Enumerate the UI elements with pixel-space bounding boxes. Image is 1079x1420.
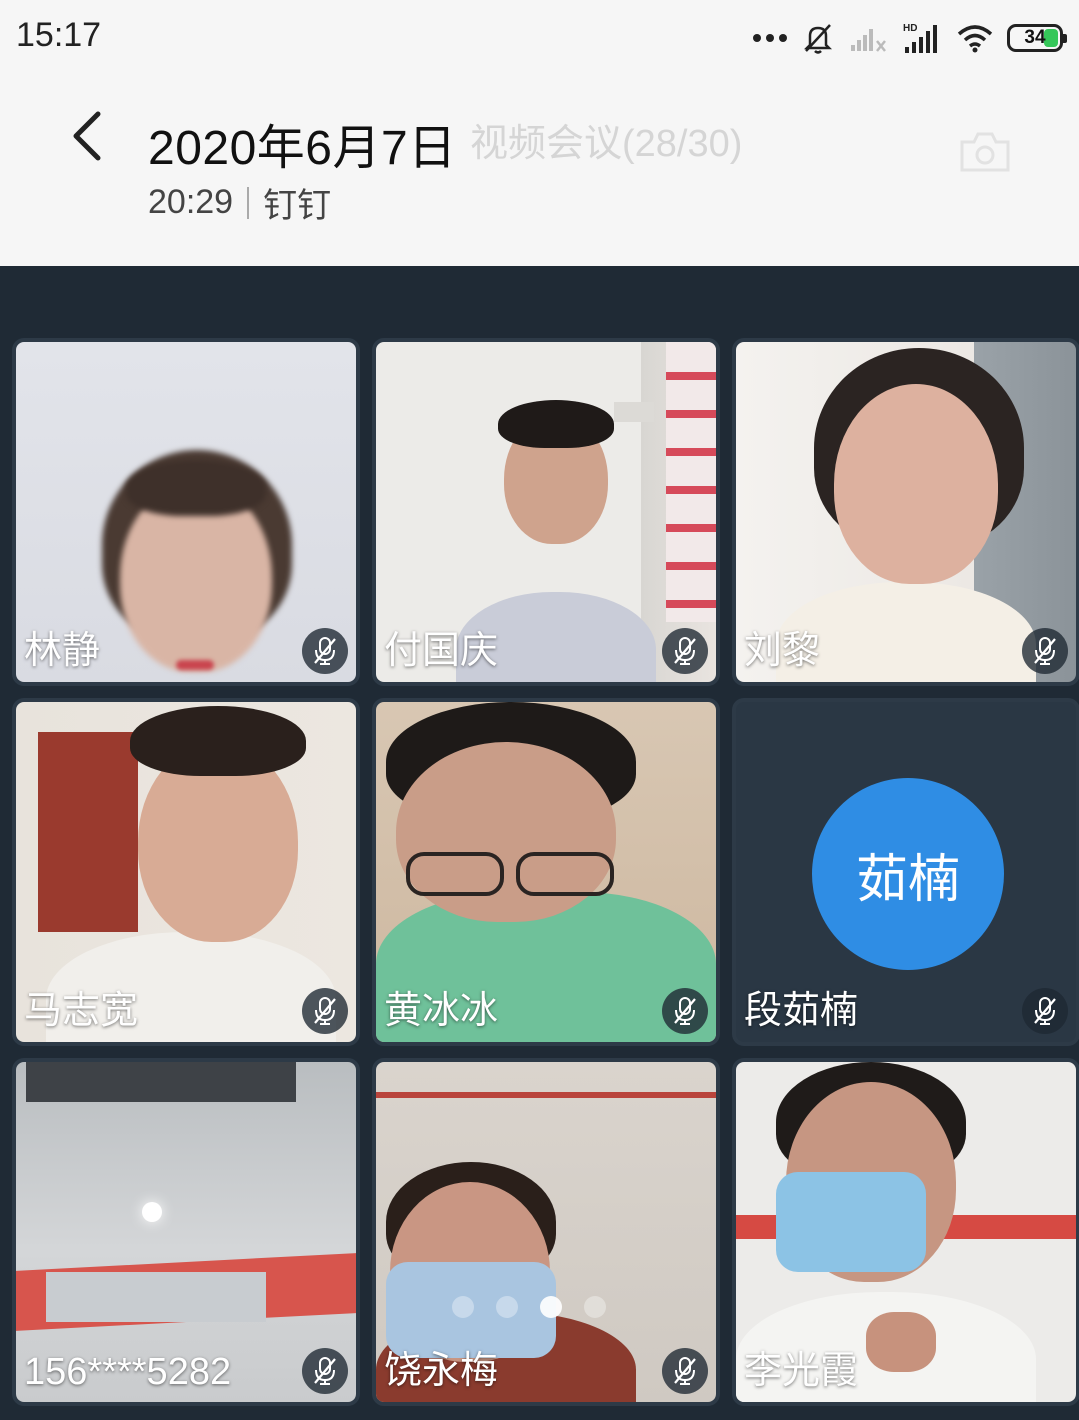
hd-signal-icon: HD bbox=[903, 23, 937, 53]
mic-muted-icon bbox=[662, 1348, 708, 1394]
wifi-icon bbox=[957, 25, 993, 53]
meeting-title-overlay: 视频会议(28/30) bbox=[470, 123, 743, 165]
participant-name: 156****5282 bbox=[24, 1351, 232, 1393]
source-app: 钉钉 bbox=[263, 187, 332, 225]
page-dot[interactable] bbox=[496, 1296, 518, 1318]
avatar: 茹楠 bbox=[812, 778, 1004, 970]
mic-muted-icon bbox=[302, 628, 348, 674]
video-tile[interactable]: 李光霞 bbox=[736, 1062, 1076, 1402]
participant-name: 饶永梅 bbox=[384, 1350, 499, 1392]
participant-name: 付国庆 bbox=[384, 630, 499, 672]
status-time: 15:17 bbox=[16, 16, 102, 54]
svg-text:HD: HD bbox=[903, 23, 917, 34]
participant-name: 李光霞 bbox=[744, 1350, 859, 1392]
battery-level: 34 bbox=[1024, 27, 1046, 48]
video-tile-audio-only[interactable]: 茹楠 段茹楠 bbox=[736, 702, 1076, 1042]
battery-icon: 34 bbox=[1007, 24, 1067, 52]
mic-muted-icon bbox=[1022, 988, 1068, 1034]
video-tile[interactable]: 156****5282 bbox=[16, 1062, 356, 1402]
mic-muted-icon bbox=[662, 988, 708, 1034]
divider bbox=[247, 186, 250, 219]
participant-name: 刘黎 bbox=[744, 630, 821, 672]
participant-name: 林静 bbox=[24, 630, 101, 672]
page-indicator[interactable] bbox=[452, 1296, 606, 1318]
video-grid: 林静 付国庆 刘黎 马志宽 黄冰冰 茹楠 段茹楠 156****5282 饶永梅… bbox=[0, 266, 1079, 1420]
header: 视频会议(28/30) 2020年6月7日 20:29 钉钉 bbox=[0, 78, 1079, 266]
status-bar: 15:17 HD 34 bbox=[0, 0, 1079, 78]
page-title: 2020年6月7日 bbox=[148, 122, 457, 175]
bell-muted-icon bbox=[803, 24, 833, 54]
participant-name: 黄冰冰 bbox=[384, 990, 499, 1032]
video-tile[interactable]: 马志宽 bbox=[16, 702, 356, 1042]
mic-muted-icon bbox=[302, 1348, 348, 1394]
signal-x-icon bbox=[851, 29, 886, 52]
page-dot[interactable] bbox=[452, 1296, 474, 1318]
video-tile[interactable]: 林静 bbox=[16, 342, 356, 682]
video-tile[interactable]: 付国庆 bbox=[376, 342, 716, 682]
top-area: 15:17 HD 34 视频会议(28/30) 2020年6月7日 20:29 … bbox=[0, 0, 1079, 266]
participant-name: 段茹楠 bbox=[744, 990, 859, 1032]
page-dot[interactable] bbox=[584, 1296, 606, 1318]
camera-switch-icon[interactable] bbox=[956, 128, 1014, 176]
mic-muted-icon bbox=[302, 988, 348, 1034]
video-tile[interactable]: 刘黎 bbox=[736, 342, 1076, 682]
video-tile[interactable]: 饶永梅 bbox=[376, 1062, 716, 1402]
more-dots-icon bbox=[753, 34, 787, 42]
back-button[interactable] bbox=[62, 106, 116, 166]
mic-muted-icon bbox=[1022, 628, 1068, 674]
chevron-left-icon bbox=[73, 111, 101, 161]
mic-muted-icon bbox=[662, 628, 708, 674]
subtitle: 20:29 钉钉 bbox=[148, 178, 331, 227]
status-icons: HD 34 bbox=[753, 18, 1067, 58]
page-dot-active[interactable] bbox=[540, 1296, 562, 1318]
participant-name: 马志宽 bbox=[24, 990, 139, 1032]
video-tile[interactable]: 黄冰冰 bbox=[376, 702, 716, 1042]
capture-time: 20:29 bbox=[148, 183, 234, 221]
